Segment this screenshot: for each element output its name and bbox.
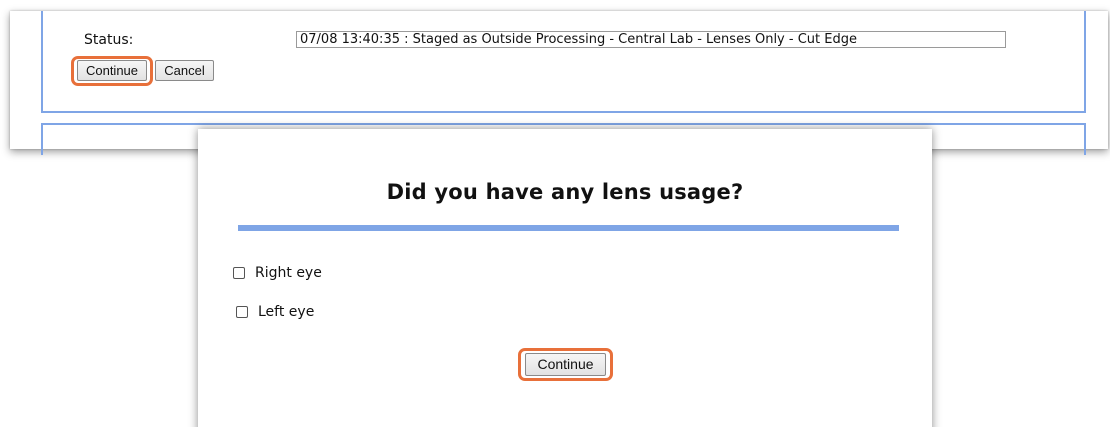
right-eye-option[interactable]: Right eye	[233, 265, 322, 281]
status-label: Status:	[84, 32, 134, 48]
lens-usage-dialog: Did you have any lens usage? Right eye L…	[198, 129, 932, 427]
right-eye-label: Right eye	[255, 265, 322, 281]
dialog-continue-button[interactable]: Continue	[525, 353, 606, 376]
cancel-button[interactable]: Cancel	[155, 60, 214, 81]
dialog-title: Did you have any lens usage?	[386, 180, 744, 204]
continue-button[interactable]: Continue	[77, 60, 147, 81]
left-eye-label: Left eye	[258, 304, 315, 320]
right-eye-checkbox[interactable]	[233, 267, 245, 279]
title-divider	[238, 225, 899, 231]
left-eye-checkbox[interactable]	[236, 306, 248, 318]
status-field[interactable]: 07/08 13:40:35 : Staged as Outside Proce…	[296, 31, 1006, 48]
left-eye-option[interactable]: Left eye	[236, 304, 314, 320]
screen: Status: 07/08 13:40:35 : Staged as Outsi…	[0, 0, 1110, 427]
